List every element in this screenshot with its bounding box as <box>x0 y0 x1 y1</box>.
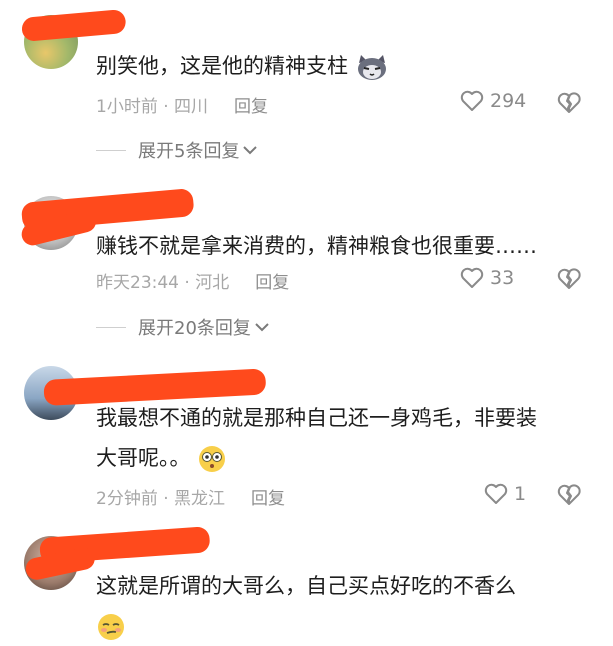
comment-text: 我最想不通的就是那种自己还一身鸡毛，非要装 大哥呢。。 <box>96 398 569 478</box>
comment-text-line: 我最想不通的就是那种自己还一身鸡毛，非要装 <box>96 406 537 430</box>
reply-button[interactable]: 回复 <box>234 92 268 117</box>
expand-replies-button[interactable]: 展开5条回复 <box>96 137 259 163</box>
timestamp-location: 1小时前 · 四川 <box>96 97 209 117</box>
like-button[interactable]: 33 <box>460 267 514 289</box>
smirking-face-emoji <box>98 614 124 640</box>
timestamp-location: 2分钟前 · 黑龙江 <box>96 489 226 509</box>
broken-heart-icon[interactable] <box>557 484 581 506</box>
comment-text-content: 大哥呢。。 <box>96 446 191 470</box>
reply-button[interactable]: 回复 <box>251 484 285 509</box>
cat-face-emoji <box>357 55 386 80</box>
like-count: 1 <box>514 483 527 505</box>
comment-text: 别笑他，这是他的精神支柱 <box>96 46 569 86</box>
like-count: 33 <box>490 267 515 289</box>
heart-icon <box>460 267 484 288</box>
like-count: 294 <box>490 90 527 112</box>
chevron-down-icon <box>243 146 258 155</box>
username-redaction <box>20 8 127 42</box>
chevron-down-icon <box>255 323 269 332</box>
broken-heart-icon[interactable] <box>557 268 581 290</box>
broken-heart-icon[interactable] <box>557 92 581 114</box>
comment-text: 这就是所谓的大哥么，自己买点好吃的不香么 <box>96 566 569 646</box>
expand-replies-button[interactable]: 展开20条回复 <box>96 314 271 340</box>
comment-text: 赚钱不就是拿来消费的，精神粮食也很重要…… <box>96 226 569 266</box>
comment-text-content: 这就是所谓的大哥么，自己买点好吃的不香么 <box>96 574 516 598</box>
heart-icon <box>484 483 508 504</box>
comment-text-line <box>96 606 569 646</box>
comment-meta: 昨天23:44 · 河北 回复 <box>96 268 289 293</box>
comment-text-content: 别笑他，这是他的精神支柱 <box>96 54 348 78</box>
comment-text-content: 赚钱不就是拿来消费的，精神粮食也很重要…… <box>96 234 537 258</box>
comment-meta: 1小时前 · 四川 回复 <box>96 92 268 117</box>
divider <box>96 149 126 151</box>
like-button[interactable]: 294 <box>460 90 526 112</box>
comment-meta: 2分钟前 · 黑龙江 回复 <box>96 484 285 509</box>
flushed-face-emoji <box>199 446 226 472</box>
expand-replies-label: 展开5条回复 <box>138 141 240 162</box>
timestamp-location: 昨天23:44 · 河北 <box>96 273 230 293</box>
reply-button[interactable]: 回复 <box>255 268 289 293</box>
divider <box>96 326 126 328</box>
heart-icon <box>460 90 484 111</box>
comment-text-line: 大哥呢。。 <box>96 438 569 478</box>
like-button[interactable]: 1 <box>484 483 526 505</box>
expand-replies-label: 展开20条回复 <box>138 318 251 339</box>
